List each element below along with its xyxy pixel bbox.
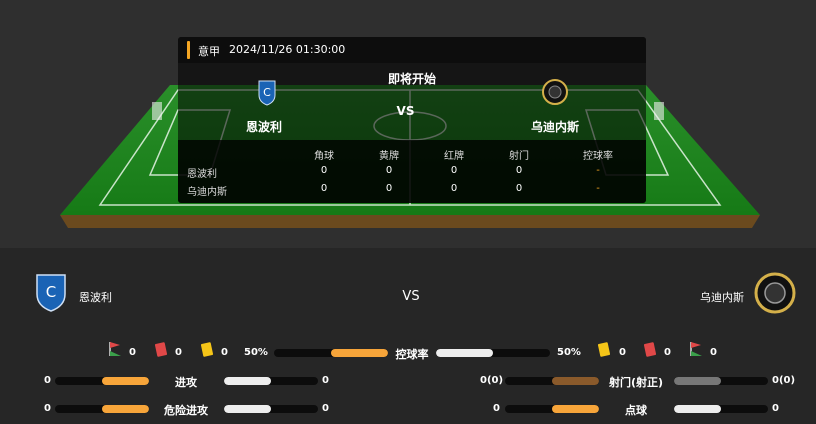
stat-bar-away	[436, 349, 550, 357]
stat-home-value: 0	[44, 403, 51, 414]
stat-label: 进攻	[175, 376, 197, 389]
stat-bar-away	[674, 377, 768, 385]
stat-label: 点球	[625, 404, 647, 417]
stat-home-value: 0	[44, 375, 51, 386]
table-cell: -	[596, 183, 600, 194]
stat-bar-home-fill	[102, 377, 149, 385]
away-red-count: 0	[664, 347, 671, 358]
empoli-crest-icon: C	[258, 80, 276, 106]
stat-bar-away	[224, 405, 318, 413]
table-cell: -	[596, 165, 600, 176]
stat-away-value: 0(0)	[772, 375, 796, 386]
table-cell: 0	[515, 165, 523, 176]
away-yellow-count: 0	[619, 347, 626, 358]
home-yellow-count: 0	[221, 347, 228, 358]
stat-label: 控球率	[395, 348, 429, 361]
stat-bar-away-fill	[224, 377, 271, 385]
stat-bar-home	[274, 349, 388, 357]
table-cell: 0	[385, 183, 393, 194]
stat-away-value: 50%	[557, 347, 581, 358]
stat-bar-away	[224, 377, 318, 385]
table-cell: 0	[385, 165, 393, 176]
yellow-card-icon	[597, 342, 611, 357]
stat-bar-home	[505, 377, 599, 385]
table-row-label-away: 乌迪内斯	[187, 187, 227, 198]
table-cell: 0	[450, 183, 458, 194]
stat-bar-home-fill	[552, 377, 599, 385]
match-card-header: 意甲 2024/11/26 01:30:00	[178, 37, 646, 63]
stat-bar-home-fill	[552, 405, 599, 413]
stat-bar-home	[55, 377, 149, 385]
away-team-name: 乌迪内斯	[531, 120, 580, 134]
corner-flag-icon	[109, 342, 121, 356]
yellow-card-icon	[200, 342, 214, 357]
home-corners-count: 0	[129, 347, 136, 358]
match-card: 意甲 2024/11/26 01:30:00 即将开始 C VS 恩波利 乌迪内…	[178, 37, 646, 203]
stat-away-value: 0	[322, 375, 329, 386]
league-name: 意甲	[198, 45, 220, 58]
stat-bar-away-fill	[436, 349, 493, 357]
stat-home-value: 50%	[244, 347, 268, 358]
stat-bar-away-fill	[224, 405, 271, 413]
accent-bar	[187, 41, 190, 59]
away-corners-count: 0	[710, 347, 717, 358]
match-header: 意甲 2024/11/26 01:30:00 即将开始 C VS 恩波利 乌迪内…	[0, 0, 816, 248]
udinese-crest-icon	[754, 272, 796, 314]
udinese-crest-icon	[542, 79, 568, 105]
match-status: 即将开始	[387, 72, 436, 86]
red-card-icon	[154, 342, 168, 357]
stat-home-value: 0(0)	[480, 375, 504, 386]
svg-text:C: C	[263, 86, 271, 99]
stat-label: 射门(射正)	[608, 376, 664, 389]
away-team-name: 乌迪内斯	[700, 291, 744, 304]
home-team-name: 恩波利	[246, 120, 283, 134]
column-header-red: 红牌	[444, 151, 464, 162]
stat-bar-home	[505, 405, 599, 413]
stat-bar-home	[55, 405, 149, 413]
column-header-corners: 角球	[314, 151, 334, 162]
stat-home-value: 0	[493, 403, 500, 414]
stat-bar-away-fill	[674, 405, 721, 413]
vs-label: VS	[402, 289, 420, 304]
column-header-shots: 射门	[509, 151, 529, 162]
stat-away-value: 0	[322, 403, 329, 414]
stat-bar-away-fill	[674, 377, 721, 385]
stat-away-value: 0	[772, 403, 779, 414]
column-header-possession: 控球率	[583, 151, 613, 162]
stats-panel: C 恩波利 VS 乌迪内斯 0 0 0 0 0 0 50% 控球率 50% 0 …	[0, 248, 816, 424]
table-row-label-home: 恩波利	[187, 169, 217, 180]
table-cell: 0	[320, 183, 328, 194]
vs-label: VS	[396, 104, 415, 118]
column-header-yellow: 黄牌	[379, 151, 399, 162]
table-cell: 0	[450, 165, 458, 176]
red-card-icon	[643, 342, 657, 357]
stat-bar-away	[674, 405, 768, 413]
stat-label: 危险进攻	[164, 404, 208, 417]
corner-flag-icon	[690, 342, 702, 356]
stat-bar-home-fill	[331, 349, 388, 357]
stat-bar-home-fill	[102, 405, 149, 413]
match-datetime: 2024/11/26 01:30:00	[229, 43, 346, 56]
table-cell: 0	[515, 183, 523, 194]
table-cell: 0	[320, 165, 328, 176]
home-red-count: 0	[175, 347, 182, 358]
